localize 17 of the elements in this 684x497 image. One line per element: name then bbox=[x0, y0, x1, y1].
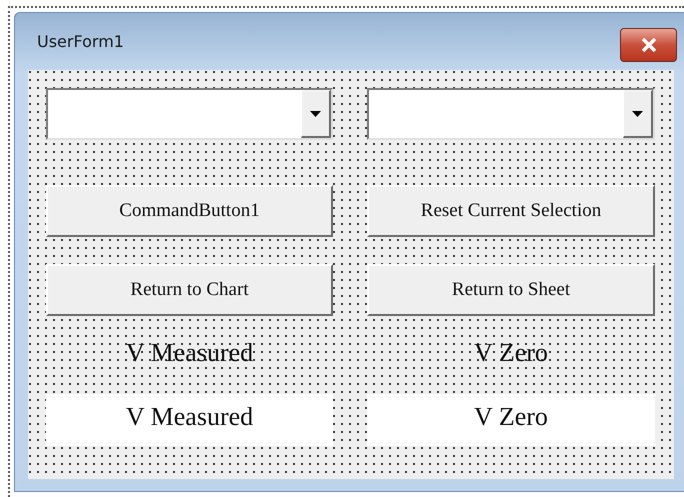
close-icon bbox=[640, 38, 656, 52]
command-button[interactable]: Return to Chart bbox=[46, 264, 333, 316]
dropdown-button[interactable] bbox=[301, 90, 331, 138]
combo-box[interactable] bbox=[46, 88, 333, 140]
command-button[interactable]: CommandButton1 bbox=[46, 185, 333, 237]
label: V Zero bbox=[474, 338, 548, 367]
text-field[interactable]: V Zero bbox=[367, 394, 655, 446]
command-button[interactable]: Return to Sheet bbox=[367, 264, 655, 316]
window-title: UserForm1 bbox=[37, 32, 124, 51]
command-button[interactable]: Reset Current Selection bbox=[367, 185, 655, 237]
caret-icon bbox=[310, 110, 321, 116]
label: V Measured bbox=[126, 338, 254, 367]
close-button[interactable] bbox=[620, 28, 677, 62]
combo-box[interactable] bbox=[367, 88, 655, 140]
caret-icon bbox=[632, 110, 643, 116]
text-field[interactable]: V Measured bbox=[46, 394, 333, 446]
dropdown-button[interactable] bbox=[623, 90, 653, 138]
